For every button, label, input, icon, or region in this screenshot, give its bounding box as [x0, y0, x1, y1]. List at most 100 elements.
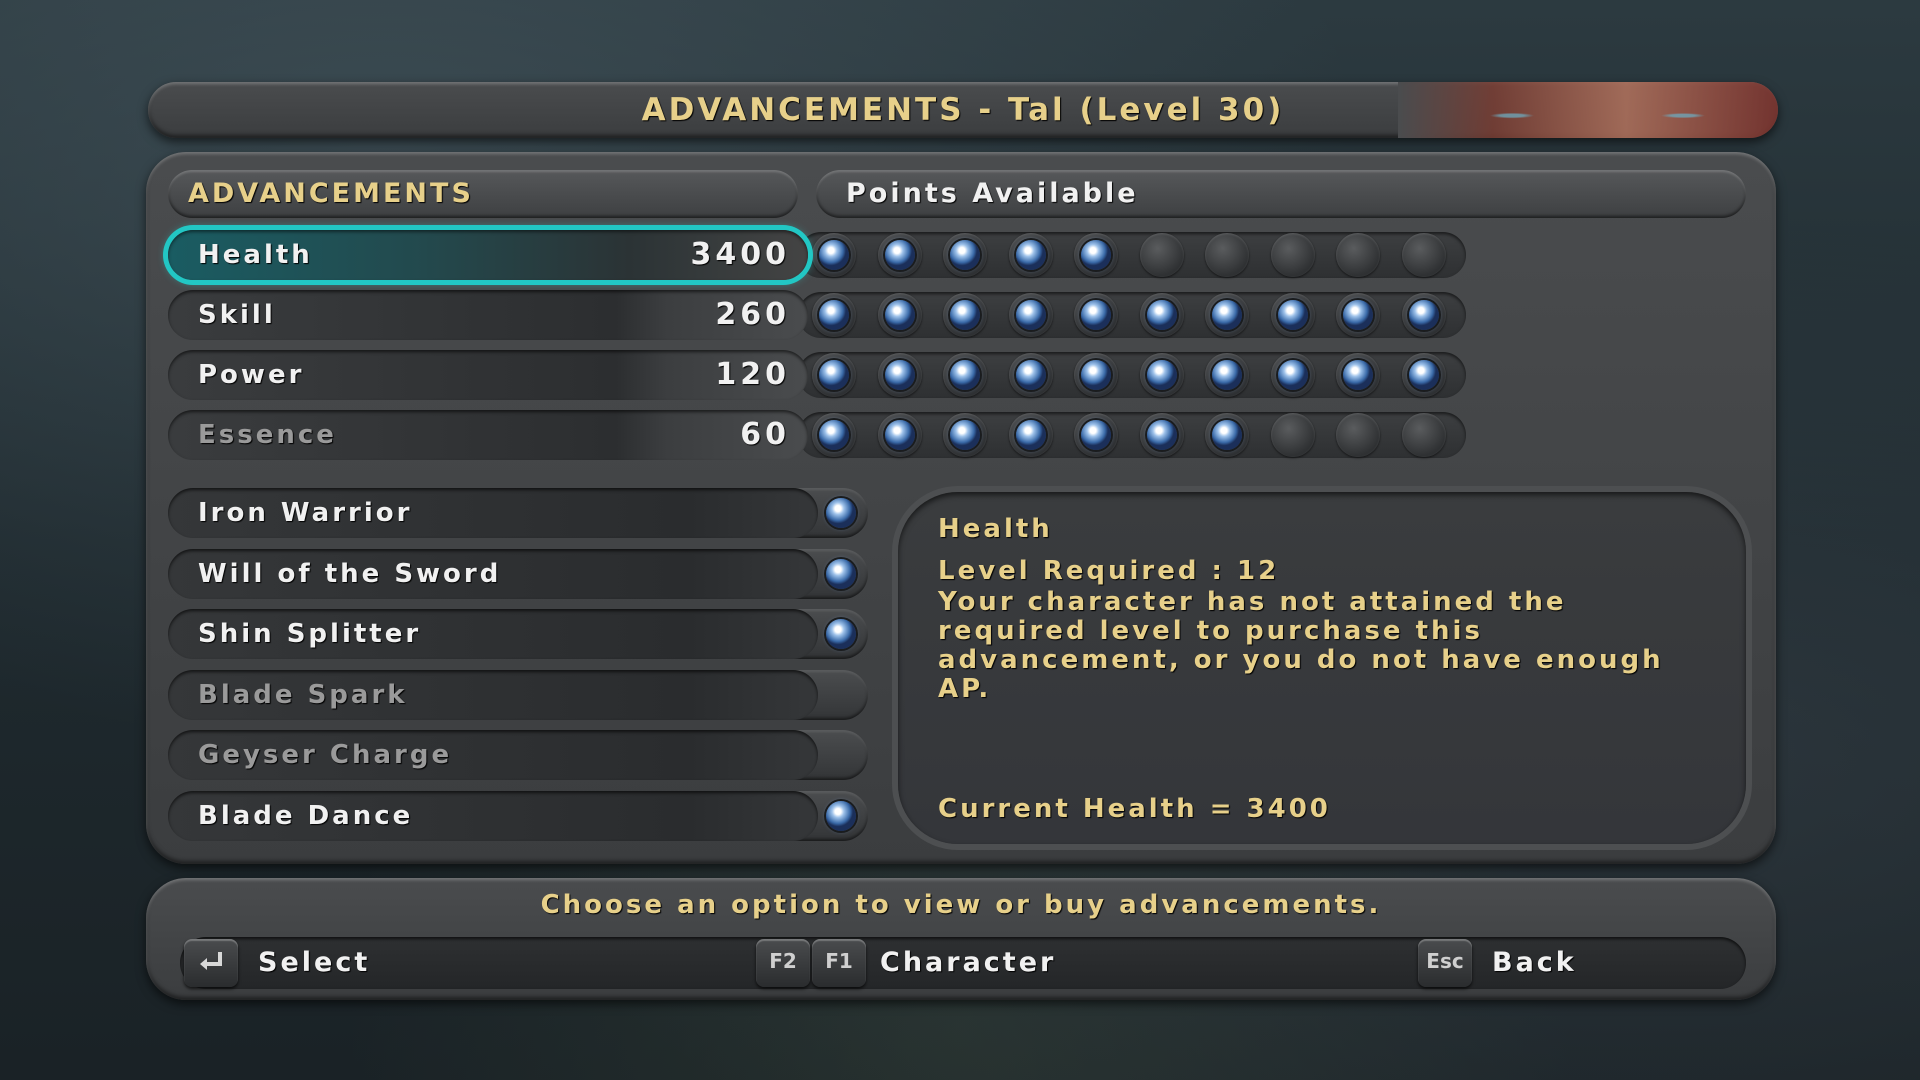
- orb-icon: [1212, 420, 1242, 450]
- ability-name: Shin Splitter: [198, 619, 422, 650]
- orb-icon: [1343, 300, 1373, 330]
- point-slot: [1139, 413, 1184, 457]
- ability-name: Geyser Charge: [198, 740, 453, 771]
- stat-value: 3400: [690, 237, 790, 272]
- point-slot: [1139, 233, 1184, 277]
- orb-icon: [819, 300, 849, 330]
- point-slot: [1336, 293, 1380, 337]
- orb-icon: [1408, 300, 1439, 330]
- stat-row[interactable]: Skill 260: [168, 290, 1468, 340]
- stat-value: 120: [715, 357, 790, 392]
- page-title: ADVANCEMENTS - Tal (Level 30): [641, 92, 1285, 128]
- orb-icon: [1277, 300, 1308, 330]
- orb-icon: [884, 420, 915, 450]
- ability-row[interactable]: Shin Splitter: [168, 609, 868, 660]
- advancement-point-track: [798, 412, 1466, 458]
- point-slot: [1205, 353, 1249, 397]
- control-bar: Select F2 F1 Character Esc Back: [180, 937, 1746, 989]
- point-slot: [1336, 353, 1380, 397]
- esc-key[interactable]: Esc: [1418, 939, 1472, 987]
- orb-icon: [1081, 360, 1111, 390]
- ability-name: Blade Spark: [198, 679, 408, 710]
- level-required: Level Required : 12: [938, 556, 1280, 586]
- stat-label-pill: Essence 60: [168, 410, 808, 460]
- advancement-point-track: [798, 292, 1466, 338]
- stat-name: Power: [198, 360, 305, 390]
- ability-row[interactable]: Iron Warrior: [168, 488, 868, 538]
- point-slot: [943, 353, 987, 397]
- orb-icon: [884, 240, 915, 270]
- point-slot: [812, 413, 856, 457]
- ability-label-pill: Blade Spark: [168, 669, 818, 720]
- ability-name: Will of the Sword: [198, 558, 502, 589]
- f1-key[interactable]: F1: [812, 939, 866, 987]
- stat-name: Skill: [198, 300, 276, 330]
- stat-row[interactable]: Essence 60: [168, 410, 1468, 460]
- point-slot: [877, 413, 922, 457]
- point-slot: [1401, 233, 1446, 277]
- ability-label-pill: Iron Warrior: [168, 488, 818, 538]
- orb-icon: [826, 498, 856, 528]
- advancement-point-track: [798, 352, 1466, 398]
- point-slot: [812, 233, 856, 277]
- point-slot: [943, 413, 987, 457]
- ability-name: Blade Dance: [198, 801, 414, 831]
- orb-icon: [1212, 360, 1242, 390]
- advancements-header: ADVANCEMENTS: [168, 170, 798, 218]
- point-slot: [1401, 293, 1446, 337]
- character-label[interactable]: Character: [880, 937, 1056, 989]
- stat-row[interactable]: Health 3400: [168, 230, 1468, 280]
- advancement-point-track: [798, 232, 1466, 278]
- point-slot: [1270, 293, 1315, 337]
- orb-icon: [1015, 240, 1046, 270]
- current-value: Current Health = 3400: [938, 794, 1331, 824]
- stat-label-pill: Health 3400: [168, 230, 808, 280]
- stat-label-pill: Power 120: [168, 350, 808, 400]
- ability-row[interactable]: Will of the Sword: [168, 548, 868, 599]
- point-slot: [1139, 293, 1184, 337]
- orb-icon: [950, 420, 980, 450]
- orb-icon: [1081, 420, 1111, 450]
- orb-icon: [1408, 360, 1439, 390]
- orb-icon: [1015, 360, 1046, 390]
- ability-name: Iron Warrior: [198, 498, 413, 528]
- point-slot: [943, 293, 987, 337]
- point-slot: [1401, 413, 1446, 457]
- stat-row[interactable]: Power 120: [168, 350, 1468, 400]
- back-label[interactable]: Back: [1492, 937, 1577, 989]
- ability-label-pill: Geyser Charge: [168, 730, 818, 781]
- point-slot: [1008, 413, 1053, 457]
- orb-icon: [1277, 360, 1308, 390]
- ability-label-pill: Will of the Sword: [168, 548, 818, 599]
- point-slot: [877, 293, 922, 337]
- ability-row[interactable]: Blade Dance: [168, 791, 868, 841]
- select-label[interactable]: Select: [258, 937, 370, 989]
- stat-value: 60: [740, 417, 790, 452]
- orb-icon: [1146, 420, 1177, 450]
- ability-row[interactable]: Blade Spark: [168, 669, 868, 720]
- point-slot: [943, 233, 987, 277]
- orb-icon: [1343, 360, 1373, 390]
- enter-key-icon[interactable]: [184, 939, 238, 987]
- point-slot: [1074, 353, 1118, 397]
- point-slot: [812, 353, 856, 397]
- orb-icon: [826, 558, 856, 589]
- orb-icon: [1081, 240, 1111, 270]
- orb-icon: [950, 360, 980, 390]
- point-slot: [1008, 353, 1053, 397]
- f2-key[interactable]: F2: [756, 939, 810, 987]
- orb-icon: [1212, 300, 1242, 330]
- ability-row[interactable]: Geyser Charge: [168, 730, 868, 781]
- point-slot: [1270, 353, 1315, 397]
- ability-label-pill: Blade Dance: [168, 791, 818, 841]
- point-slot: [1205, 293, 1249, 337]
- point-slot: [1074, 233, 1118, 277]
- stat-value: 260: [715, 297, 790, 332]
- orb-icon: [819, 360, 849, 390]
- orb-icon: [1015, 300, 1046, 330]
- point-slot: [1074, 293, 1118, 337]
- orb-icon: [1015, 420, 1046, 450]
- orb-icon: [1146, 360, 1177, 390]
- point-slot: [1336, 413, 1380, 457]
- orb-icon: [819, 420, 849, 450]
